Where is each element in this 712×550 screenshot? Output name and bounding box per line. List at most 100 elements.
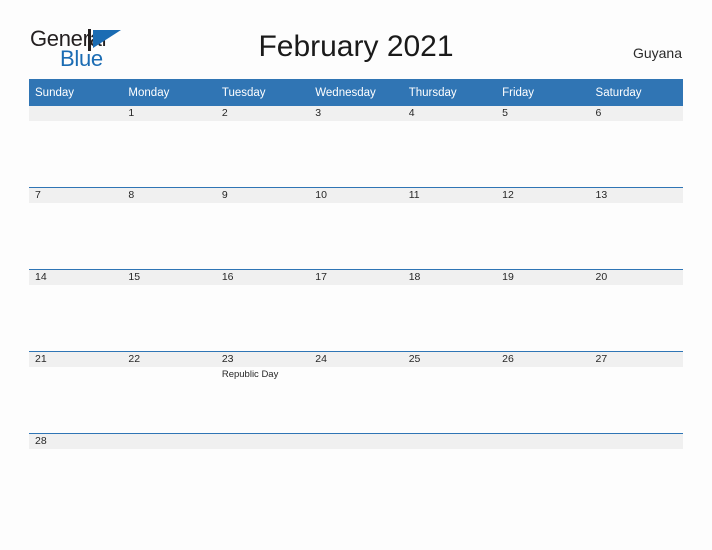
day-number: 13 <box>589 188 683 203</box>
day-number: 19 <box>496 270 590 285</box>
calendar-header-row-group: Sunday Monday Tuesday Wednesday Thursday… <box>29 79 683 106</box>
calendar-day-cell-empty <box>589 433 683 456</box>
calendar-day-cell-empty <box>122 433 216 456</box>
calendar-day-cell[interactable]: 28 <box>29 433 123 456</box>
day-number: 10 <box>309 188 403 203</box>
day-event-list: Republic Day <box>216 367 309 381</box>
day-number: 28 <box>29 434 123 449</box>
day-cell-inner: 14 <box>29 270 123 351</box>
calendar-day-cell[interactable]: 7 <box>29 187 123 270</box>
day-cell-inner: 13 <box>589 188 683 269</box>
day-number: 16 <box>215 270 310 285</box>
calendar-day-cell[interactable]: 24 <box>309 351 403 434</box>
calendar-day-cell-empty <box>309 433 403 456</box>
calendar-day-cell[interactable]: 15 <box>122 269 216 352</box>
day-cell-inner: 12 <box>496 188 590 269</box>
weekday-header-thursday: Thursday <box>402 79 497 106</box>
day-cell-inner: 8 <box>122 188 216 269</box>
calendar-week-row: 123456 <box>29 106 683 188</box>
calendar-day-cell[interactable]: 20 <box>589 269 683 352</box>
calendar-day-cell[interactable]: 9 <box>215 187 310 270</box>
calendar-day-cell[interactable]: 26 <box>496 351 590 434</box>
day-cell-inner: 2 <box>215 106 310 187</box>
day-cell-inner: 9 <box>215 188 310 269</box>
calendar-day-cell[interactable]: 2 <box>215 106 310 188</box>
day-number <box>589 434 683 449</box>
day-number <box>122 434 216 449</box>
day-cell-inner: 25 <box>402 352 497 433</box>
calendar-table: Sunday Monday Tuesday Wednesday Thursday… <box>29 79 683 456</box>
calendar-container: Sunday Monday Tuesday Wednesday Thursday… <box>29 79 683 456</box>
day-number <box>215 434 310 449</box>
weekday-header-saturday: Saturday <box>589 79 683 106</box>
calendar-day-cell[interactable]: 22 <box>122 351 216 434</box>
day-cell-inner: 20 <box>589 270 683 351</box>
calendar-day-cell[interactable]: 12 <box>496 187 590 270</box>
day-number: 22 <box>122 352 216 367</box>
day-cell-inner: 21 <box>29 352 123 433</box>
day-cell-inner: 3 <box>309 106 403 187</box>
day-cell-inner: 6 <box>589 106 683 187</box>
day-number: 14 <box>29 270 123 285</box>
day-number: 7 <box>29 188 123 203</box>
calendar-week-row: 7 8 9 10 11 12 13 <box>29 187 683 270</box>
day-number: 9 <box>215 188 310 203</box>
calendar-day-cell[interactable]: 6 <box>589 106 683 188</box>
day-number: 20 <box>589 270 683 285</box>
calendar-day-cell[interactable]: 5 <box>496 106 590 188</box>
calendar-day-cell[interactable]: 19 <box>496 269 590 352</box>
day-cell-inner: 24 <box>309 352 403 433</box>
day-number: 26 <box>496 352 590 367</box>
day-number: 6 <box>589 106 683 121</box>
calendar-day-cell-empty <box>496 433 590 456</box>
day-cell-inner: 11 <box>402 188 497 269</box>
day-cell-inner <box>215 434 310 456</box>
day-number: 15 <box>122 270 216 285</box>
day-cell-inner: 28 <box>29 434 123 456</box>
calendar-day-cell[interactable]: 17 <box>309 269 403 352</box>
day-cell-inner: 22 <box>122 352 216 433</box>
calendar-week-row: 28 <box>29 433 683 456</box>
day-cell-inner: 26 <box>496 352 590 433</box>
weekday-header-tuesday: Tuesday <box>215 79 310 106</box>
day-cell-inner: 15 <box>122 270 216 351</box>
calendar-day-cell[interactable]: 8 <box>122 187 216 270</box>
calendar-day-cell[interactable]: 21 <box>29 351 123 434</box>
calendar-day-cell[interactable]: 13 <box>589 187 683 270</box>
weekday-header-monday: Monday <box>122 79 216 106</box>
calendar-day-cell[interactable]: 4 <box>402 106 497 188</box>
calendar-day-cell[interactable]: 27 <box>589 351 683 434</box>
page-title: February 2021 <box>258 30 454 63</box>
calendar-day-cell[interactable]: 11 <box>402 187 497 270</box>
calendar-day-cell[interactable]: 18 <box>402 269 497 352</box>
day-number <box>29 106 123 121</box>
calendar-day-cell[interactable]: 1 <box>122 106 216 188</box>
day-number: 18 <box>402 270 497 285</box>
region-label: Guyana <box>632 45 682 61</box>
weekday-header-wednesday: Wednesday <box>309 79 403 106</box>
calendar-day-cell[interactable]: 14 <box>29 269 123 352</box>
day-number: 2 <box>215 106 310 121</box>
weekday-header-row: Sunday Monday Tuesday Wednesday Thursday… <box>29 79 683 106</box>
day-number: 4 <box>402 106 497 121</box>
day-cell-inner <box>496 434 590 456</box>
day-number: 1 <box>122 106 216 121</box>
calendar-day-cell[interactable]: 3 <box>309 106 403 188</box>
day-number: 11 <box>402 188 497 203</box>
day-cell-inner: 16 <box>215 270 310 351</box>
calendar-day-cell[interactable]: 10 <box>309 187 403 270</box>
calendar-week-row: 21 22 23 Republic Day 24 25 26 27 <box>29 351 683 434</box>
day-number: 27 <box>589 352 683 367</box>
page-header: General Blue February 2021 Guyana <box>0 0 712 76</box>
day-number: 3 <box>309 106 403 121</box>
calendar-day-cell[interactable]: 25 <box>402 351 497 434</box>
calendar-week-row: 14 15 16 17 18 19 20 <box>29 269 683 352</box>
day-cell-inner: 10 <box>309 188 403 269</box>
calendar-day-cell-empty <box>402 433 497 456</box>
day-number: 12 <box>496 188 590 203</box>
day-cell-inner <box>309 434 403 456</box>
day-cell-inner: 7 <box>29 188 123 269</box>
calendar-day-cell[interactable]: 16 <box>215 269 310 352</box>
calendar-day-cell[interactable]: 23 Republic Day <box>215 351 310 434</box>
day-number: 24 <box>309 352 403 367</box>
